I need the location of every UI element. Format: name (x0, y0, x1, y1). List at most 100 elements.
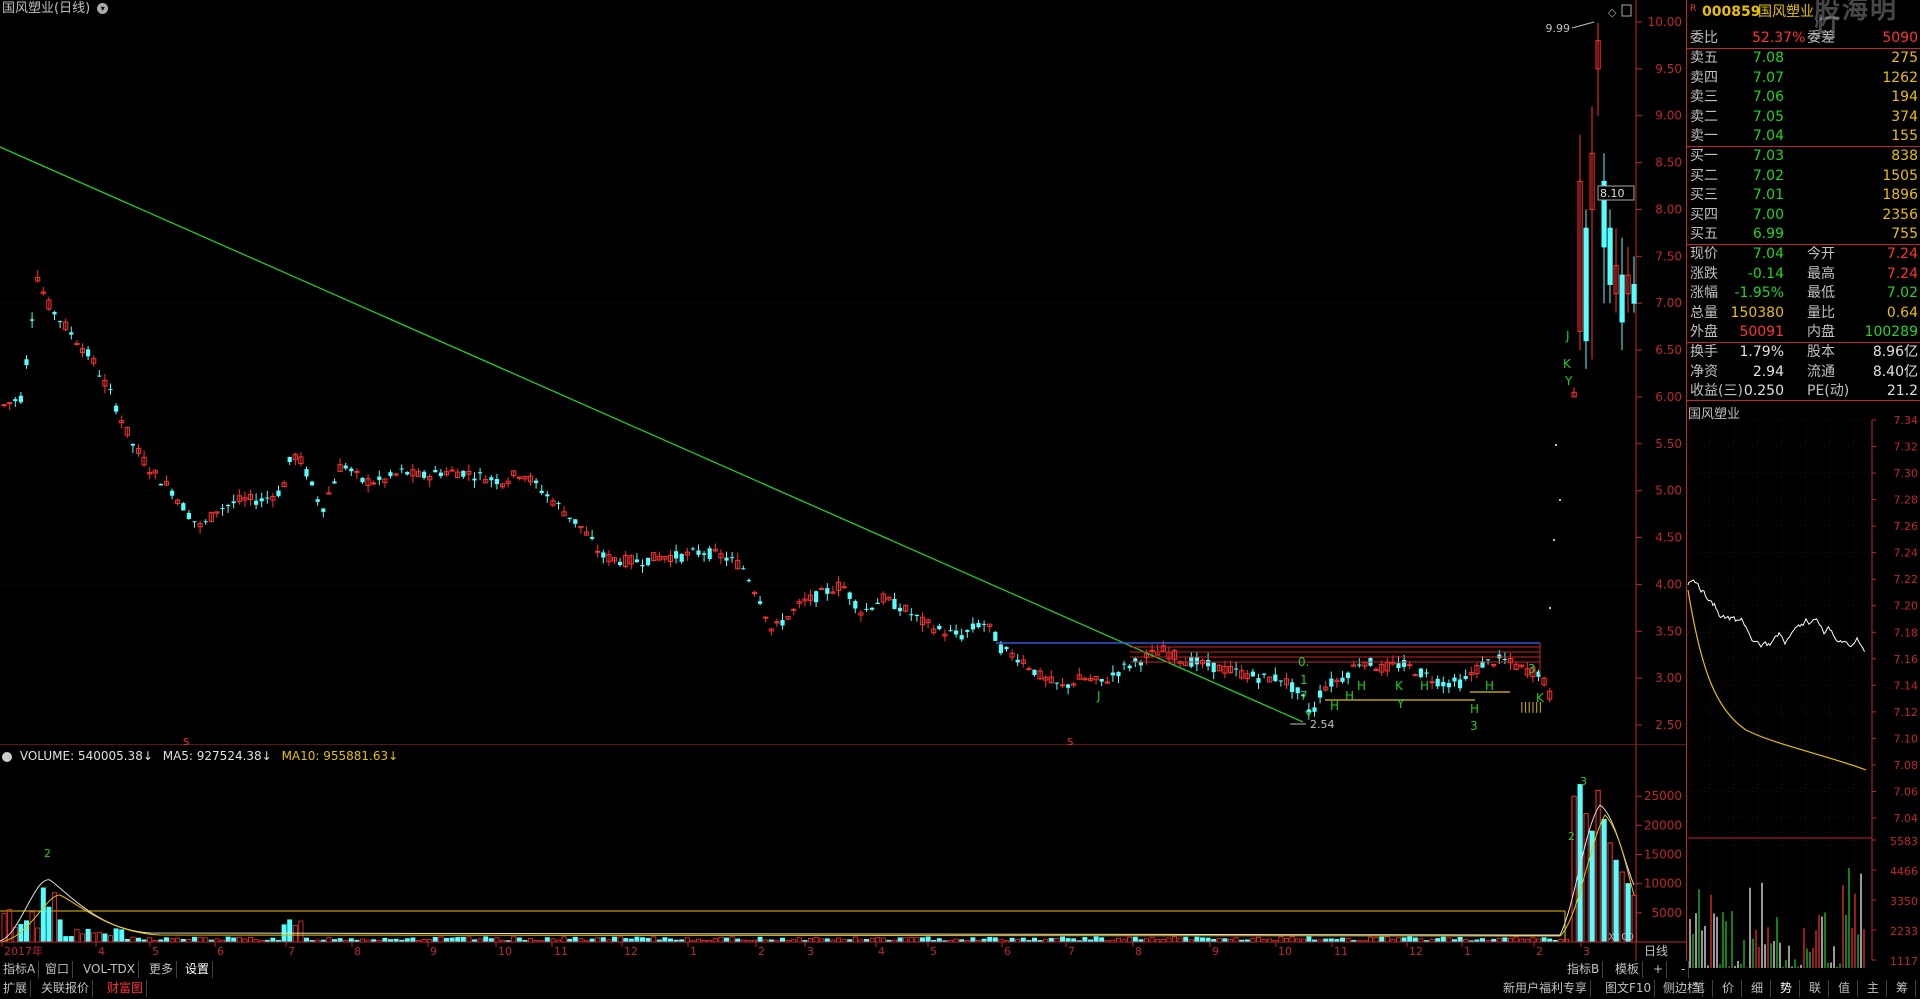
ask-label: 卖一 (1690, 128, 1718, 144)
candle-body (1502, 658, 1507, 660)
candle-body (567, 517, 572, 519)
volume-bar (1496, 937, 1502, 943)
volume-bar (1530, 937, 1536, 943)
candle-body (1329, 678, 1334, 687)
volume-tick-label: 25000 (1644, 789, 1682, 803)
high-pointer (1571, 21, 1595, 29)
right-toolbar-row2-button[interactable]: 新用户福利专享 (1500, 980, 1592, 997)
toolbar-button-0[interactable]: 指标A (0, 961, 40, 978)
time-tick-label: 8 (1135, 945, 1142, 958)
right-toolbar-button[interactable]: 模板 (1612, 961, 1644, 978)
side-tab-2[interactable]: 细 (1744, 980, 1771, 997)
volume-bar (326, 937, 332, 943)
volume-bar (992, 937, 998, 943)
intraday-vol-tick-label: 2233 (1890, 925, 1918, 938)
volume-bar (68, 936, 74, 943)
volume-bar (836, 937, 842, 943)
candle-body (965, 629, 970, 632)
side-tab-7[interactable]: 筹 (1889, 980, 1916, 997)
side-tab-0[interactable]: 笔 (1686, 980, 1713, 997)
intraday-avg-line (1687, 589, 1867, 771)
toolbar-button-1[interactable]: 窗口 (42, 961, 74, 978)
toolbar-button-row2-2[interactable]: 财富图 (104, 980, 148, 997)
candle-body (1631, 283, 1637, 304)
volume-bar (1577, 784, 1583, 943)
right-toolbar-row2-button[interactable]: 图文F10 (1602, 980, 1656, 997)
toolbar-button-2[interactable]: VOL-TDX (80, 961, 139, 978)
candle-body (690, 548, 695, 550)
side-tab-6[interactable]: 主 (1860, 980, 1887, 997)
candle-body (114, 405, 119, 412)
bid-row: 买一 7.03 838 (1686, 147, 1920, 166)
stat-value: 100289 (1864, 324, 1918, 340)
candle-body (422, 471, 427, 478)
volume-bar (1446, 937, 1452, 943)
side-tab-1[interactable]: 价 (1715, 980, 1742, 997)
volume-chart[interactable]: 500010000150002000025000X1002232017年 4 5 6 7… (0, 745, 1686, 961)
volume-bar (1060, 936, 1066, 943)
stat-value: 1.79% (1739, 344, 1784, 360)
candle-body (354, 470, 360, 473)
volume-bar (600, 937, 606, 943)
volume-bar (40, 887, 46, 943)
volume-bar (1508, 937, 1514, 943)
side-tab-4[interactable]: 联 (1802, 980, 1829, 997)
volume-bar (1480, 938, 1486, 943)
stat-label: 最高 (1807, 265, 1835, 282)
time-tick-label: 6 (1004, 945, 1011, 958)
candle-body (1441, 681, 1446, 687)
stat-value: 8.40亿 (1872, 363, 1918, 380)
bid-volume: 2356 (1882, 206, 1918, 223)
toolbar-button-3[interactable]: 更多 (146, 961, 178, 978)
volume-bar (1082, 937, 1088, 943)
stat-row: 净资 2.94 流通 8.40亿 (1686, 363, 1920, 382)
candle-body (791, 608, 797, 611)
volume-tick-label: 5000 (1651, 906, 1682, 920)
price-chart[interactable]: 2.50 3.00 3.50 4.00 4.50 5.00 5.50 6.00 6.50 7.00… (0, 0, 1686, 745)
volume-bar (1200, 937, 1206, 943)
volume-bar (348, 938, 354, 943)
time-tick-label: 2 (1536, 945, 1543, 958)
volume-bar (1048, 937, 1054, 943)
stat-value: 150380 (1730, 304, 1784, 321)
toolbar-button-row2-1[interactable]: 关联报价 (38, 980, 94, 997)
candle-body (1, 404, 7, 407)
candle-body (315, 499, 320, 502)
side-tab-5[interactable]: 值 (1831, 980, 1858, 997)
stat-label: 内盘 (1807, 324, 1835, 340)
candle-body (449, 469, 455, 472)
intraday-chart[interactable]: 7.34 7.32 7.30 7.28 7.26 7.24 7.22 7.20 7.18 7.16… (1686, 400, 1920, 970)
signal-marker: 3 (1580, 775, 1587, 788)
candle-body (1054, 682, 1059, 684)
price-tick-label: 6.50 (1655, 343, 1682, 357)
candle-body (158, 483, 163, 486)
price-tick-label: 2.50 (1655, 718, 1682, 732)
stock-code: 000859 (1702, 4, 1761, 20)
bid-label: 买三 (1690, 187, 1718, 203)
signal-marker: Y (1564, 374, 1573, 388)
signal-marker: Y (1304, 709, 1313, 723)
volume-bar (175, 937, 181, 943)
right-toolbar-button[interactable]: - (1678, 961, 1690, 978)
intraday-tick-label: 7.20 (1894, 600, 1919, 613)
candle-body (276, 490, 281, 497)
toolbar-button-row2-0[interactable]: 扩展 (0, 980, 32, 997)
divider (1686, 48, 1920, 49)
toolbar-button-4[interactable]: 设置 (182, 961, 214, 978)
volume-bar (1373, 937, 1379, 943)
bid-price: 7.01 (1752, 187, 1784, 203)
right-toolbar-button[interactable]: 指标B (1564, 961, 1604, 978)
volume-bar (225, 936, 231, 943)
volume-bar (1183, 936, 1189, 943)
volume-bar (1032, 937, 1038, 943)
candle-body (1127, 665, 1132, 669)
right-toolbar-button[interactable]: + (1650, 961, 1668, 978)
time-tick-label: 2 (758, 945, 765, 958)
ask-row: 卖一 7.04 155 (1686, 127, 1920, 146)
side-tab-3[interactable]: 势 (1773, 980, 1800, 997)
volume-bar (1412, 937, 1418, 943)
volume-bar (438, 936, 444, 943)
volume-bar (903, 937, 909, 943)
time-tick-label: 9 (430, 945, 437, 958)
candle-body (226, 504, 231, 507)
